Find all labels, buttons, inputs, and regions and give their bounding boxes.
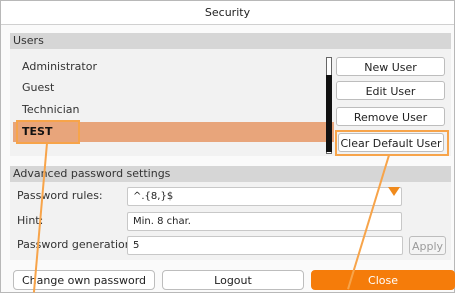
apply-button[interactable]: Apply [409,236,446,255]
password-rules-select[interactable]: ^.{8,}$ [127,187,402,206]
new-user-button[interactable]: New User [336,57,445,76]
close-button[interactable]: Close [311,270,455,290]
logout-button[interactable]: Logout [162,270,304,290]
edit-user-button[interactable]: Edit User [336,81,445,100]
users-section-header: Users [10,33,451,49]
user-list-item[interactable]: Administrator [13,57,334,77]
dropdown-arrow-icon[interactable] [388,187,400,196]
clear-default-user-highlight [335,130,449,156]
user-list-scrollbar-thumb[interactable] [326,75,332,152]
security-window: Security Users Administrator Guest Techn… [0,0,455,293]
password-rules-label: Password rules: [17,189,103,202]
user-list-item[interactable]: Technician [13,100,334,120]
hint-field[interactable]: Min. 8 char. [127,212,402,231]
test-user-highlight [16,120,80,144]
remove-user-button[interactable]: Remove User [336,107,445,126]
user-list-item[interactable]: Guest [13,78,334,98]
window-title: Security [1,1,454,25]
